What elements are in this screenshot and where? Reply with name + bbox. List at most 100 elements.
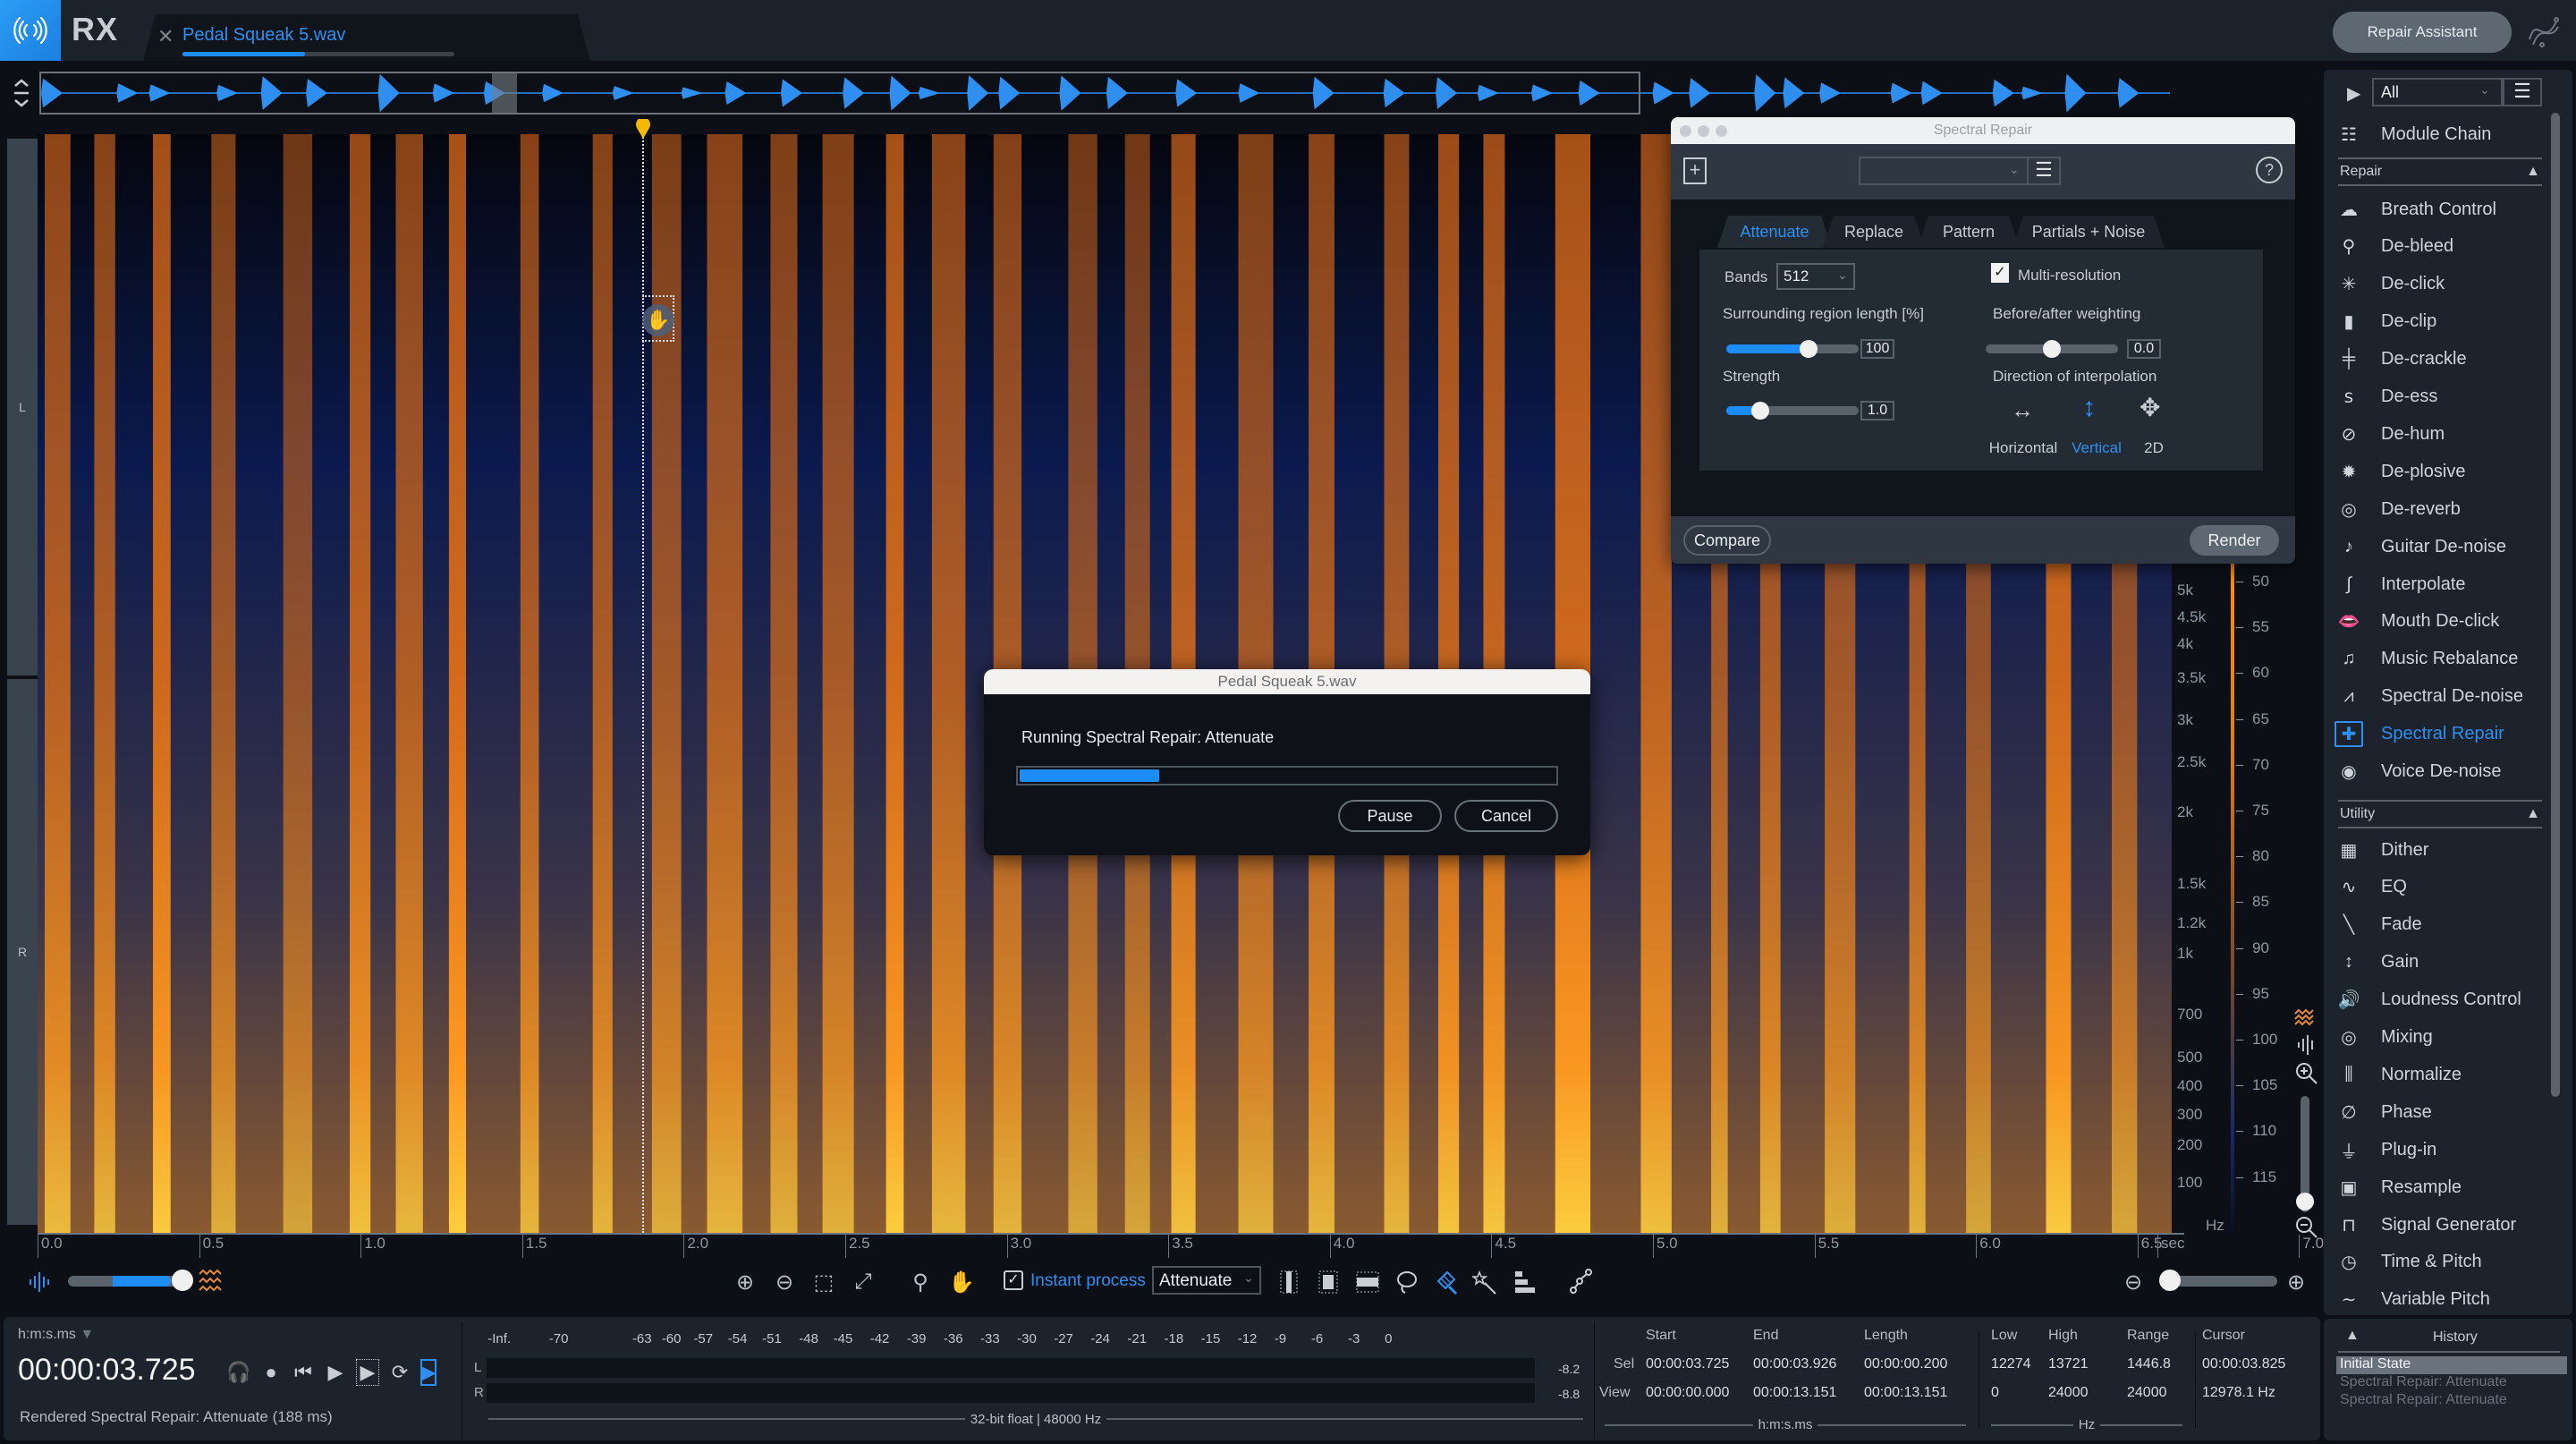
skip-back-icon[interactable]: ⏮: [292, 1359, 315, 1386]
module-item-voice-de-noise[interactable]: ◉ Voice De-noise: [2334, 754, 2549, 790]
module-item-plug-in[interactable]: ⏚ Plug-in: [2334, 1132, 2549, 1168]
history-item[interactable]: Spectral Repair: Attenuate: [2336, 1374, 2567, 1392]
channel-right[interactable]: R: [7, 679, 38, 1225]
tab-replace[interactable]: Replace: [1823, 216, 1925, 248]
view-start-value[interactable]: 00:00:00.000: [1646, 1385, 1729, 1401]
harmonic-selection-icon[interactable]: [1512, 1269, 1538, 1295]
waveform-view-icon[interactable]: [25, 1269, 52, 1295]
direction-2d[interactable]: 2D: [2127, 439, 2181, 457]
sel-cursor-value[interactable]: 00:00:03.825: [2202, 1356, 2285, 1372]
collapse-triangle-icon[interactable]: ▲: [2345, 1328, 2360, 1344]
pause-button[interactable]: Pause: [1338, 800, 1442, 832]
multi-resolution-checkbox[interactable]: ✓: [1991, 263, 2009, 283]
render-button[interactable]: Render: [2190, 525, 2279, 556]
window-close-button[interactable]: [1680, 125, 1691, 137]
cancel-button[interactable]: Cancel: [1454, 800, 1558, 832]
horizontal-zoom-out-icon[interactable]: ⊖: [2120, 1269, 2147, 1295]
module-item-mixing[interactable]: ◎ Mixing: [2334, 1020, 2549, 1056]
horizontal-zoom-in-icon[interactable]: ⊕: [2283, 1269, 2309, 1295]
time-format-select[interactable]: h:m:s.ms ▼: [18, 1327, 94, 1343]
izotope-logo[interactable]: [0, 0, 61, 61]
sel-end-value[interactable]: 00:00:03.926: [1753, 1356, 1836, 1372]
history-item[interactable]: Spectral Repair: Attenuate: [2336, 1392, 2567, 1410]
sel-low-value[interactable]: 12274: [1991, 1356, 2031, 1372]
tab-attenuate[interactable]: Attenuate: [1717, 216, 1832, 248]
playhead-marker-icon[interactable]: [635, 119, 651, 140]
view-cursor-value[interactable]: 12978.1 Hz: [2202, 1385, 2275, 1401]
module-item-gain[interactable]: ↕ Gain: [2334, 945, 2549, 981]
follow-playhead-icon[interactable]: ▶: [420, 1359, 436, 1386]
repair-section-header[interactable]: Repair ▲: [2338, 157, 2542, 186]
2d-arrows-icon[interactable]: ✥: [2140, 393, 2160, 422]
expand-collapse-icon[interactable]: [11, 77, 32, 109]
zoom-selection-icon[interactable]: ⬚: [810, 1269, 837, 1295]
horizontal-zoom-knob[interactable]: [2159, 1270, 2181, 1291]
sel-length-value[interactable]: 00:00:00.200: [1864, 1356, 1947, 1372]
close-icon[interactable]: ✕: [157, 25, 174, 48]
magic-wand-icon[interactable]: [1472, 1269, 1499, 1295]
compare-button[interactable]: Compare: [1683, 525, 1771, 556]
zoom-tool-icon[interactable]: ⚲: [907, 1269, 934, 1295]
sel-range-value[interactable]: 1446.8: [2127, 1356, 2171, 1372]
window-minimize-button[interactable]: [1698, 125, 1709, 137]
overview-view-frame[interactable]: [39, 72, 1640, 115]
record-icon[interactable]: ●: [259, 1359, 283, 1386]
connect-icon[interactable]: [2524, 13, 2562, 50]
zoom-out-icon[interactable]: ⊖: [771, 1269, 798, 1295]
brush-icon[interactable]: [1433, 1269, 1460, 1295]
module-item-de-hum[interactable]: ⊘ De-hum: [2334, 416, 2549, 452]
surrounding-region-value[interactable]: 100: [1860, 339, 1894, 359]
repair-assistant-button[interactable]: Repair Assistant: [2333, 12, 2512, 53]
strength-slider[interactable]: [1726, 402, 1859, 420]
gain-envelope-icon[interactable]: [1567, 1269, 1594, 1295]
direction-horizontal[interactable]: Horizontal: [1987, 439, 2059, 457]
view-length-value[interactable]: 00:00:13.151: [1864, 1385, 1947, 1401]
horizontal-arrow-icon[interactable]: ↔: [2011, 396, 2034, 424]
module-item-dither[interactable]: ▦ Dither: [2334, 832, 2549, 868]
slider-knob[interactable]: [1751, 402, 1769, 420]
help-icon[interactable]: ?: [2256, 157, 2283, 183]
module-item-music-rebalance[interactable]: ♫ Music Rebalance: [2334, 641, 2549, 677]
surrounding-region-slider[interactable]: [1726, 340, 1859, 358]
lasso-icon[interactable]: [1394, 1269, 1420, 1295]
module-item-de-click[interactable]: ✳ De-click: [2334, 267, 2549, 302]
vertical-arrow-icon[interactable]: ↕: [2082, 393, 2096, 423]
play-selection-icon[interactable]: ▶: [356, 1359, 379, 1386]
module-chain-item[interactable]: ☷ Module Chain: [2334, 116, 2549, 152]
module-item-de-reverb[interactable]: ◎ De-reverb: [2334, 491, 2549, 527]
module-item-de-ess[interactable]: ꜱ De-ess: [2334, 379, 2549, 415]
module-item-breath-control[interactable]: ☁ Breath Control: [2334, 191, 2549, 227]
before-after-weighting-slider[interactable]: [1986, 340, 2118, 358]
module-panel-scrollbar[interactable]: [2551, 113, 2560, 1097]
zoom-fit-icon[interactable]: ⤢: [850, 1269, 877, 1295]
module-item-fade[interactable]: ╲ Fade: [2334, 907, 2549, 943]
module-item-resample[interactable]: ▣ Resample: [2334, 1169, 2549, 1205]
view-end-value[interactable]: 00:00:13.151: [1753, 1385, 1836, 1401]
module-item-normalize[interactable]: ⫼ Normalize: [2334, 1057, 2549, 1092]
play-module-icon[interactable]: ▶: [2347, 82, 2360, 105]
module-item-phase[interactable]: ∅ Phase: [2334, 1094, 2549, 1130]
module-item-variable-pitch[interactable]: ∼ Variable Pitch: [2334, 1282, 2549, 1318]
instant-process-checkbox[interactable]: ✓: [1004, 1270, 1023, 1290]
module-menu-icon[interactable]: ☰: [2503, 78, 2542, 106]
module-item-loudness-control[interactable]: 🔊 Loudness Control: [2334, 982, 2549, 1018]
module-window-title[interactable]: Spectral Repair: [1671, 117, 2295, 144]
strength-value[interactable]: 1.0: [1860, 401, 1894, 420]
headphones-icon[interactable]: 🎧: [226, 1359, 250, 1386]
zoom-in-icon[interactable]: ⊕: [732, 1269, 758, 1295]
view-high-value[interactable]: 24000: [2048, 1385, 2089, 1401]
module-item-guitar-de-noise[interactable]: ♪ Guitar De-noise: [2334, 529, 2549, 565]
vertical-zoom-controls[interactable]: [2288, 1007, 2324, 1239]
play-icon[interactable]: ▶: [324, 1359, 347, 1386]
module-item-time-pitch[interactable]: ◷ Time & Pitch: [2334, 1244, 2549, 1280]
window-zoom-button[interactable]: [1716, 125, 1727, 137]
time-frequency-selection-icon[interactable]: [1315, 1269, 1342, 1295]
waveform-spectrogram-slider[interactable]: [68, 1276, 184, 1287]
module-item-spectral-repair[interactable]: ✚ Spectral Repair: [2334, 717, 2549, 752]
hand-tool-icon[interactable]: ✋: [948, 1269, 975, 1295]
add-to-chain-icon[interactable]: +: [1683, 157, 1707, 184]
spectrogram-view-icon[interactable]: [197, 1267, 224, 1295]
sel-start-value[interactable]: 00:00:03.725: [1646, 1356, 1729, 1372]
sel-high-value[interactable]: 13721: [2048, 1356, 2089, 1372]
module-item-interpolate[interactable]: ∫ Interpolate: [2334, 566, 2549, 602]
